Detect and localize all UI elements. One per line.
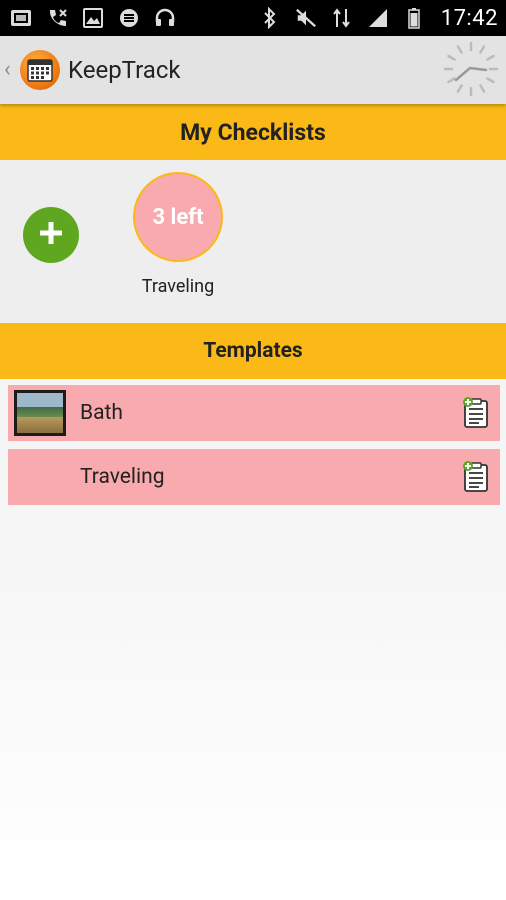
template-name: Bath [80,401,123,425]
spinner-icon [442,40,500,98]
template-name: Traveling [80,465,165,489]
add-checklist-icon[interactable] [462,461,490,493]
mute-icon [295,7,317,29]
app-icon [118,7,140,29]
status-bar-left [10,7,176,29]
clock: 17:42 [440,5,498,31]
battery-icon [403,7,425,29]
phone-missed-icon [46,7,68,29]
bluetooth-icon [259,7,281,29]
my-checklists-header: My Checklists [0,104,506,160]
signal-icon [367,7,389,29]
template-row-traveling[interactable]: Traveling [8,449,500,505]
add-checklist-button[interactable] [23,207,79,263]
checklists-area: 3 left Traveling [0,160,506,323]
add-checklist-icon[interactable] [462,397,490,429]
plus-icon [38,220,64,250]
sim-icon [10,7,32,29]
calendar-icon[interactable] [20,50,60,90]
template-thumbnail [14,390,66,436]
up-caret-icon[interactable]: ‹ [4,59,18,81]
checklist-name: Traveling [141,276,215,297]
remaining-count-badge[interactable]: 3 left [133,172,223,262]
app-title: KeepTrack [68,56,181,84]
action-bar: ‹ KeepTrack [0,36,506,104]
headset-icon [154,7,176,29]
data-arrows-icon [331,7,353,29]
status-bar: 17:42 [0,0,506,36]
image-icon [82,7,104,29]
templates-header: Templates [0,323,506,379]
template-row-bath[interactable]: Bath [8,385,500,441]
status-bar-right: 17:42 [259,6,498,31]
checklist-item-traveling[interactable]: 3 left Traveling [128,172,228,297]
